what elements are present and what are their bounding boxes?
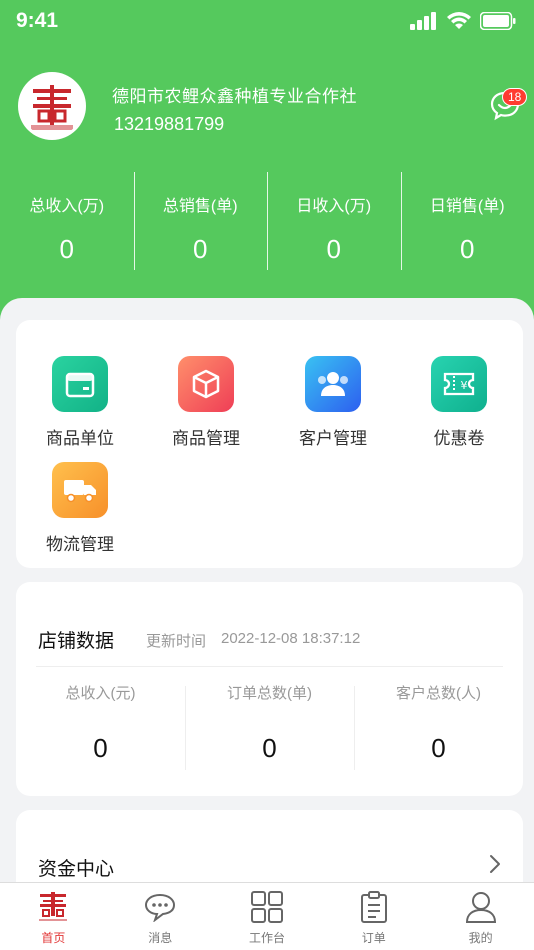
menu-item-customer-manage[interactable]: 客户管理 <box>278 356 388 449</box>
signal-icon <box>410 12 436 30</box>
battery-icon <box>480 12 516 30</box>
menu-item-coupon[interactable]: ¥ 优惠卷 <box>404 356 514 449</box>
coupon-icon: ¥ <box>431 356 487 412</box>
tab-home[interactable]: 首页 <box>0 883 107 950</box>
update-time-label: 更新时间 <box>146 633 207 650</box>
store-stat-label: 总收入(元) <box>65 685 136 702</box>
profile-section: 德阳市农鲤众鑫种植专业合作社 13219881799 18 <box>18 72 528 144</box>
menu-label: 物流管理 <box>46 535 114 554</box>
stat-total-income[interactable]: 总收入(万) 0 <box>0 170 134 270</box>
menu-item-logistics[interactable]: 物流管理 <box>25 462 135 555</box>
chevron-right-icon <box>490 855 500 873</box>
stat-label: 总销售(单) <box>162 198 238 215</box>
fund-center-title: 资金中心 <box>38 859 115 880</box>
message-badge: 18 <box>502 88 528 106</box>
truck-icon <box>52 462 108 518</box>
store-stat-orders[interactable]: 订单总数(单) 0 <box>185 668 354 776</box>
wifi-icon <box>447 12 471 29</box>
stat-total-sales[interactable]: 总销售(单) 0 <box>133 170 268 270</box>
update-time-value: 2022-12-08 18:37:12 <box>221 630 361 647</box>
store-stat-customers[interactable]: 客户总数(人) 0 <box>354 668 523 776</box>
tab-label: 首页 <box>41 931 66 945</box>
stat-value: 0 <box>460 234 475 264</box>
stat-daily-sales[interactable]: 日销售(单) 0 <box>400 170 534 270</box>
store-data-title: 店铺数据 <box>38 631 115 652</box>
tab-workbench[interactable]: 工作台 <box>214 883 321 950</box>
home-logo-icon <box>0 889 107 925</box>
menu-label: 商品管理 <box>172 429 240 448</box>
stat-daily-income[interactable]: 日收入(万) 0 <box>267 170 401 270</box>
store-stat-label: 客户总数(人) <box>396 685 481 702</box>
store-stat-value: 0 <box>262 733 277 763</box>
menu-label: 商品单位 <box>46 429 114 448</box>
stat-label: 日收入(万) <box>296 198 372 215</box>
tab-label: 我的 <box>468 931 493 945</box>
tab-label: 工作台 <box>248 931 285 945</box>
tab-bar: 首页 消息 工作台 订单 我的 <box>0 882 534 950</box>
shop-name: 德阳市农鲤众鑫种植专业合作社 <box>112 87 357 106</box>
customers-icon <box>305 356 361 412</box>
stat-label: 日销售(单) <box>429 198 505 215</box>
stat-value: 0 <box>193 234 208 264</box>
stat-value: 0 <box>59 234 74 264</box>
store-stats: 总收入(元) 0 订单总数(单) 0 客户总数(人) 0 <box>16 668 523 776</box>
status-icons <box>410 12 516 30</box>
menu-label: 优惠卷 <box>433 429 485 448</box>
divider <box>36 666 503 667</box>
shop-phone: 13219881799 <box>114 114 225 134</box>
tab-label: 订单 <box>361 931 386 945</box>
status-bar: 9:41 <box>0 0 534 44</box>
stat-label: 总收入(万) <box>29 198 105 215</box>
summary-stats: 总收入(万) 0 总销售(单) 0 日收入(万) 0 日销售(单) 0 <box>0 170 534 270</box>
package-icon <box>178 356 234 412</box>
store-stat-value: 0 <box>93 733 108 763</box>
svg-text:¥: ¥ <box>461 379 468 392</box>
header-background <box>0 0 534 330</box>
tab-orders[interactable]: 订单 <box>320 883 427 950</box>
tab-messages[interactable]: 消息 <box>107 883 214 950</box>
box-icon <box>52 356 108 412</box>
logo-seal-icon <box>21 75 83 137</box>
store-stat-label: 订单总数(单) <box>227 685 312 702</box>
menu-item-product-manage[interactable]: 商品管理 <box>151 356 261 449</box>
shop-logo[interactable] <box>18 72 86 140</box>
tab-label: 消息 <box>148 931 173 945</box>
menu-item-product-unit[interactable]: 商品单位 <box>25 356 135 449</box>
menu-card: 商品单位 商品管理 客户管理 ¥ 优惠卷 物流管理 <box>16 320 523 568</box>
stat-value: 0 <box>326 234 341 264</box>
person-icon <box>427 889 534 925</box>
store-stat-income[interactable]: 总收入(元) 0 <box>16 668 185 776</box>
chat-bubble-icon <box>107 889 214 925</box>
store-stat-value: 0 <box>431 733 446 763</box>
status-time: 9:41 <box>16 9 59 32</box>
tab-mine[interactable]: 我的 <box>427 883 534 950</box>
store-data-card: 店铺数据 更新时间 2022-12-08 18:37:12 总收入(元) 0 订… <box>16 582 523 796</box>
menu-label: 客户管理 <box>299 429 367 448</box>
grid-icon <box>214 889 321 925</box>
clipboard-icon <box>320 889 427 925</box>
